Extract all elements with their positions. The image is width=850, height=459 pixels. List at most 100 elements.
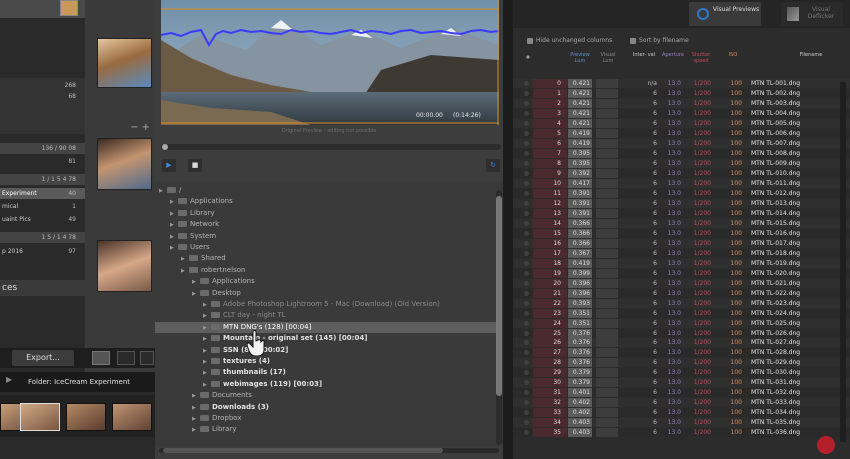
table-row[interactable]: 20 0.396 6 13.0 1/200 100 MTN TL-021.dng: [513, 278, 850, 288]
table-row[interactable]: 31 0.401 6 13.0 1/200 100 MTN TL-032.dng: [513, 388, 850, 398]
folder-tree-item[interactable]: ▶ thumbnails (17): [203, 367, 286, 378]
stop-button[interactable]: ■: [188, 159, 202, 172]
collection-item[interactable]: uaint Pics 49: [0, 214, 85, 225]
header-aperture[interactable]: Aperture: [659, 52, 687, 58]
keyframe-dot-icon[interactable]: [524, 290, 529, 296]
collection-set-bar[interactable]: 136 / 90 08: [0, 143, 85, 154]
collection-set-bar[interactable]: 1 / 1 5 4 78: [0, 174, 85, 185]
folder-tree-item[interactable]: ▶ Applications: [192, 276, 255, 287]
expand-arrow-icon[interactable]: ▶: [159, 186, 167, 197]
pane-divider[interactable]: [503, 0, 513, 459]
folder-tree-item[interactable]: ▶ webimages (119) [00:03]: [203, 379, 322, 390]
folder-tree-item[interactable]: ▶ Adobe Photoshop Lightroom 5 - Mac (Down…: [203, 299, 440, 310]
expand-arrow-icon[interactable]: ▶: [192, 425, 200, 436]
table-row[interactable]: 8 0.395 6 13.0 1/200 100 MTN TL-009.dng: [513, 158, 850, 168]
keyframe-dot-icon[interactable]: [524, 100, 529, 106]
table-row[interactable]: 30 0.379 6 13.0 1/200 100 MTN TL-031.dng: [513, 378, 850, 388]
timeline-handle[interactable]: [162, 144, 168, 150]
table-row[interactable]: 27 0.376 6 13.0 1/200 100 MTN TL-028.dng: [513, 348, 850, 358]
keyframe-dot-icon[interactable]: [524, 340, 529, 346]
filmstrip-thumbnail[interactable]: [66, 403, 106, 431]
folder-tree-item[interactable]: ▶ MTN DNG's (128) [00:04]: [155, 321, 496, 333]
expand-arrow-icon[interactable]: ▶: [181, 266, 189, 277]
keyframe-dot-icon[interactable]: [524, 120, 529, 126]
expand-arrow-icon[interactable]: ▶: [170, 243, 178, 254]
visual-previews-button[interactable]: Visual Previews: [689, 2, 761, 26]
export-button[interactable]: Export...: [12, 350, 74, 366]
keyframe-dot-icon[interactable]: [524, 410, 529, 416]
table-row[interactable]: 4 0.421 6 13.0 1/200 100 MTN TL-005.dng: [513, 118, 850, 128]
keyframe-dot-icon[interactable]: [524, 200, 529, 206]
keyframe-dot-icon[interactable]: [524, 270, 529, 276]
tree-scrollbar-thumb[interactable]: [496, 196, 502, 396]
collection-item-selected[interactable]: Experiment 40: [0, 188, 85, 199]
expand-arrow-icon[interactable]: ▶: [192, 391, 200, 402]
folder-tree-item[interactable]: ▶ Library: [192, 424, 236, 435]
keyframe-dot-icon[interactable]: [524, 400, 529, 406]
collection-item[interactable]: 81: [0, 156, 85, 167]
folder-tree-item[interactable]: ▶ Library: [170, 208, 214, 219]
photo-thumbnail[interactable]: [97, 38, 152, 88]
table-row[interactable]: 16 0.366 6 13.0 1/200 100 MTN TL-017.dng: [513, 238, 850, 248]
folder-tree-item[interactable]: ▶ /: [159, 185, 181, 196]
table-row[interactable]: 23 0.351 6 13.0 1/200 100 MTN TL-024.dng: [513, 308, 850, 318]
table-row[interactable]: 7 0.395 6 13.0 1/200 100 MTN TL-008.dng: [513, 148, 850, 158]
header-filename[interactable]: Filename: [791, 52, 831, 58]
expand-arrow-icon[interactable]: ▶: [170, 209, 178, 220]
publish-services-header[interactable]: ces: [0, 280, 85, 296]
keyframe-dot-icon[interactable]: [524, 150, 529, 156]
table-row[interactable]: 18 0.419 6 13.0 1/200 100 MTN TL-019.dng: [513, 258, 850, 268]
table-row[interactable]: 17 0.367 6 13.0 1/200 100 MTN TL-018.dng: [513, 248, 850, 258]
play-button[interactable]: ▶: [162, 159, 176, 172]
expand-arrow-icon[interactable]: ▶: [192, 289, 200, 300]
folder-tree-item[interactable]: ▶SSN (81) [00:02]: [203, 345, 288, 356]
filmstrip-thumbnail[interactable]: [20, 403, 60, 431]
table-row[interactable]: 6 0.419 6 13.0 1/200 100 MTN TL-007.dng: [513, 138, 850, 148]
table-row[interactable]: 14 0.366 6 13.0 1/200 100 MTN TL-015.dng: [513, 218, 850, 228]
expand-arrow-icon[interactable]: ▶: [192, 277, 200, 288]
hide-unchanged-checkbox[interactable]: [527, 37, 533, 44]
header-iso[interactable]: ISO: [723, 52, 743, 58]
keyframe-dot-icon[interactable]: [524, 280, 529, 286]
expand-arrow-icon[interactable]: ▶: [203, 380, 211, 391]
table-scrollbar[interactable]: [840, 82, 846, 442]
keyframe-dot-icon[interactable]: [524, 310, 529, 316]
expand-arrow-icon[interactable]: ▶: [170, 220, 178, 231]
folder-tree-item[interactable]: ▶ textures (4): [203, 356, 270, 367]
keyframe-dot-icon[interactable]: [524, 330, 529, 336]
keyframe-dot-icon[interactable]: [524, 360, 529, 366]
refresh-button[interactable]: ↻: [486, 159, 500, 172]
header-preview-lum[interactable]: Preview Lum: [566, 52, 594, 64]
expand-arrow-icon[interactable]: ▶: [203, 311, 211, 322]
table-row[interactable]: 3 0.421 6 13.0 1/200 100 MTN TL-004.dng: [513, 108, 850, 118]
keyframe-dot-icon[interactable]: [524, 180, 529, 186]
table-row[interactable]: 33 0.402 6 13.0 1/200 100 MTN TL-034.dng: [513, 408, 850, 418]
expand-arrow-icon[interactable]: ▶: [203, 346, 211, 357]
table-row[interactable]: 5 0.419 6 13.0 1/200 100 MTN TL-006.dng: [513, 128, 850, 138]
table-row[interactable]: 12 0.391 6 13.0 1/200 100 MTN TL-013.dng: [513, 198, 850, 208]
table-row[interactable]: 34 0.403 6 13.0 1/200 100 MTN TL-035.dng: [513, 418, 850, 428]
keyframe-dot-icon[interactable]: [524, 130, 529, 136]
table-row[interactable]: 21 0.396 6 13.0 1/200 100 MTN TL-022.dng: [513, 288, 850, 298]
table-row[interactable]: 10 0.417 6 13.0 1/200 100 MTN TL-011.dng: [513, 178, 850, 188]
table-row[interactable]: 19 0.399 6 13.0 1/200 100 MTN TL-020.dng: [513, 268, 850, 278]
folder-tree-item[interactable]: ▶ Dropbox: [192, 413, 242, 424]
keyframe-dot-icon[interactable]: [524, 230, 529, 236]
keyframe-dot-icon[interactable]: [524, 350, 529, 356]
keyframe-dot-icon[interactable]: [524, 420, 529, 426]
horizontal-scrollbar-thumb[interactable]: [163, 448, 443, 453]
keyframe-dot-icon[interactable]: [524, 250, 529, 256]
table-row[interactable]: 13 0.391 6 13.0 1/200 100 MTN TL-014.dng: [513, 208, 850, 218]
header-interval[interactable]: Inter- val: [631, 52, 657, 58]
keyframe-dot-icon[interactable]: [524, 380, 529, 386]
loupe-view-icon[interactable]: [117, 351, 135, 365]
folder-tree-item[interactable]: ▶ Network: [170, 219, 219, 230]
keyframe-dot-icon[interactable]: [524, 240, 529, 246]
table-row[interactable]: 25 0.376 6 13.0 1/200 100 MTN TL-026.dng: [513, 328, 850, 338]
keyframe-dot-icon[interactable]: [524, 370, 529, 376]
keyframe-dot-icon[interactable]: [524, 140, 529, 146]
expand-arrow-icon[interactable]: ▶: [203, 357, 211, 368]
table-row[interactable]: 11 0.391 6 13.0 1/200 100 MTN TL-012.dng: [513, 188, 850, 198]
keyframe-dot-icon[interactable]: [524, 390, 529, 396]
compare-view-icon[interactable]: [140, 351, 154, 365]
